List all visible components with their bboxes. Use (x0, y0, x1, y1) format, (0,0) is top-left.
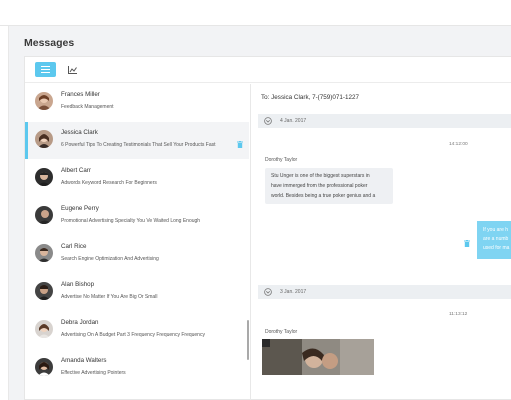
chart-icon (68, 65, 77, 74)
conversation-name: Eugene Perry (61, 205, 99, 212)
avatar (35, 282, 53, 300)
conversation-name: Carl Rice (61, 243, 87, 250)
message-time: 14:12:00 (449, 142, 468, 147)
conversation-snippet: Advertise No Matter If You Are Big Or Sm… (61, 294, 158, 300)
message-sender: Dorothy Taylor (265, 329, 298, 335)
conversation-item[interactable]: Carl Rice Search Engine Optimization And… (25, 236, 249, 273)
conversation-snippet: Advertising On A Budget Part 3 Frequency… (61, 332, 205, 338)
avatar (35, 206, 53, 224)
conversation-snippet: Effective Advertising Pointers (61, 370, 126, 376)
conversation-snippet: 6 Powerful Tips To Creating Testimonials… (61, 142, 216, 148)
chat-recipient: To: Jessica Clark, 7-(759)071-1227 (261, 94, 359, 101)
incoming-message-bubble: Stu Unger is one of the biggest supersta… (265, 168, 393, 204)
delete-icon[interactable] (237, 141, 243, 148)
outgoing-message-bubble: If you are h are a numb used for ma (477, 221, 511, 259)
avatar (35, 320, 53, 338)
avatar (35, 92, 53, 110)
conversation-item[interactable]: Amanda Walters Effective Advertising Poi… (25, 350, 249, 387)
conversation-name: Frances Miller (61, 91, 100, 98)
conversation-name: Alan Bishop (61, 281, 95, 288)
message-time: 11:13:12 (449, 312, 468, 317)
conversation-item[interactable]: Eugene Perry Promotional Advertising Spe… (25, 198, 249, 235)
message-line: If you are h (483, 227, 509, 233)
messages-panel: Frances Miller Feedback Management Jessi… (24, 56, 511, 400)
chat-pane: To: Jessica Clark, 7-(759)071-1227 4 Jan… (252, 84, 511, 400)
left-sidebar-strip (0, 26, 9, 400)
conversation-snippet: Feedback Management (61, 104, 114, 110)
list-view-button[interactable] (35, 62, 56, 77)
view-toolbar (25, 57, 511, 83)
conversation-item[interactable]: Alan Bishop Advertise No Matter If You A… (25, 274, 249, 311)
message-line: have immerged from the professional poke… (271, 183, 368, 189)
conversation-item[interactable]: Albert Carr Adwords Keyword Research For… (25, 160, 249, 197)
conversation-snippet: Promotional Advertising Specialty You Ve… (61, 218, 201, 224)
avatar (35, 244, 53, 262)
conversation-item[interactable]: Debra Jordan Advertising On A Budget Par… (25, 312, 249, 349)
conversation-name: Jessica Clark (61, 129, 98, 136)
date-label: 4 Jan. 2017 (280, 118, 307, 124)
chart-view-button[interactable] (62, 62, 83, 77)
conversation-list-scrollbar[interactable] (247, 320, 249, 360)
avatar (35, 358, 53, 376)
conversation-name: Amanda Walters (61, 357, 107, 364)
conversation-list: Frances Miller Feedback Management Jessi… (25, 84, 251, 400)
conversation-name: Debra Jordan (61, 319, 99, 326)
date-separator[interactable]: 4 Jan. 2017 (258, 114, 511, 128)
conversation-snippet: Search Engine Optimization And Advertisi… (61, 256, 159, 262)
message-line: are a numb (483, 236, 509, 242)
date-label: 3 Jan. 2017 (280, 289, 307, 295)
message-line: world. Besides being a true poker genius… (271, 193, 376, 199)
conversation-item-active[interactable]: Jessica Clark 6 Powerful Tips To Creatin… (25, 122, 249, 159)
avatar (35, 168, 53, 186)
message-sender: Dorothy Taylor (265, 157, 298, 163)
conversation-item[interactable]: Frances Miller Feedback Management (25, 84, 249, 121)
top-bar (0, 0, 511, 26)
conversation-snippet: Adwords Keyword Research For Beginners (61, 180, 157, 186)
message-line: used for ma (483, 245, 510, 251)
collapse-icon[interactable] (264, 288, 272, 296)
list-icon (41, 66, 50, 73)
image-attachment[interactable] (262, 339, 374, 375)
avatar (35, 130, 53, 148)
delete-icon[interactable] (464, 240, 470, 247)
message-line: Stu Unger is one of the biggest supersta… (271, 173, 370, 179)
collapse-icon[interactable] (264, 117, 272, 125)
date-separator[interactable]: 3 Jan. 2017 (258, 285, 511, 299)
conversation-name: Albert Carr (61, 167, 91, 174)
page-title: Messages (24, 37, 75, 49)
